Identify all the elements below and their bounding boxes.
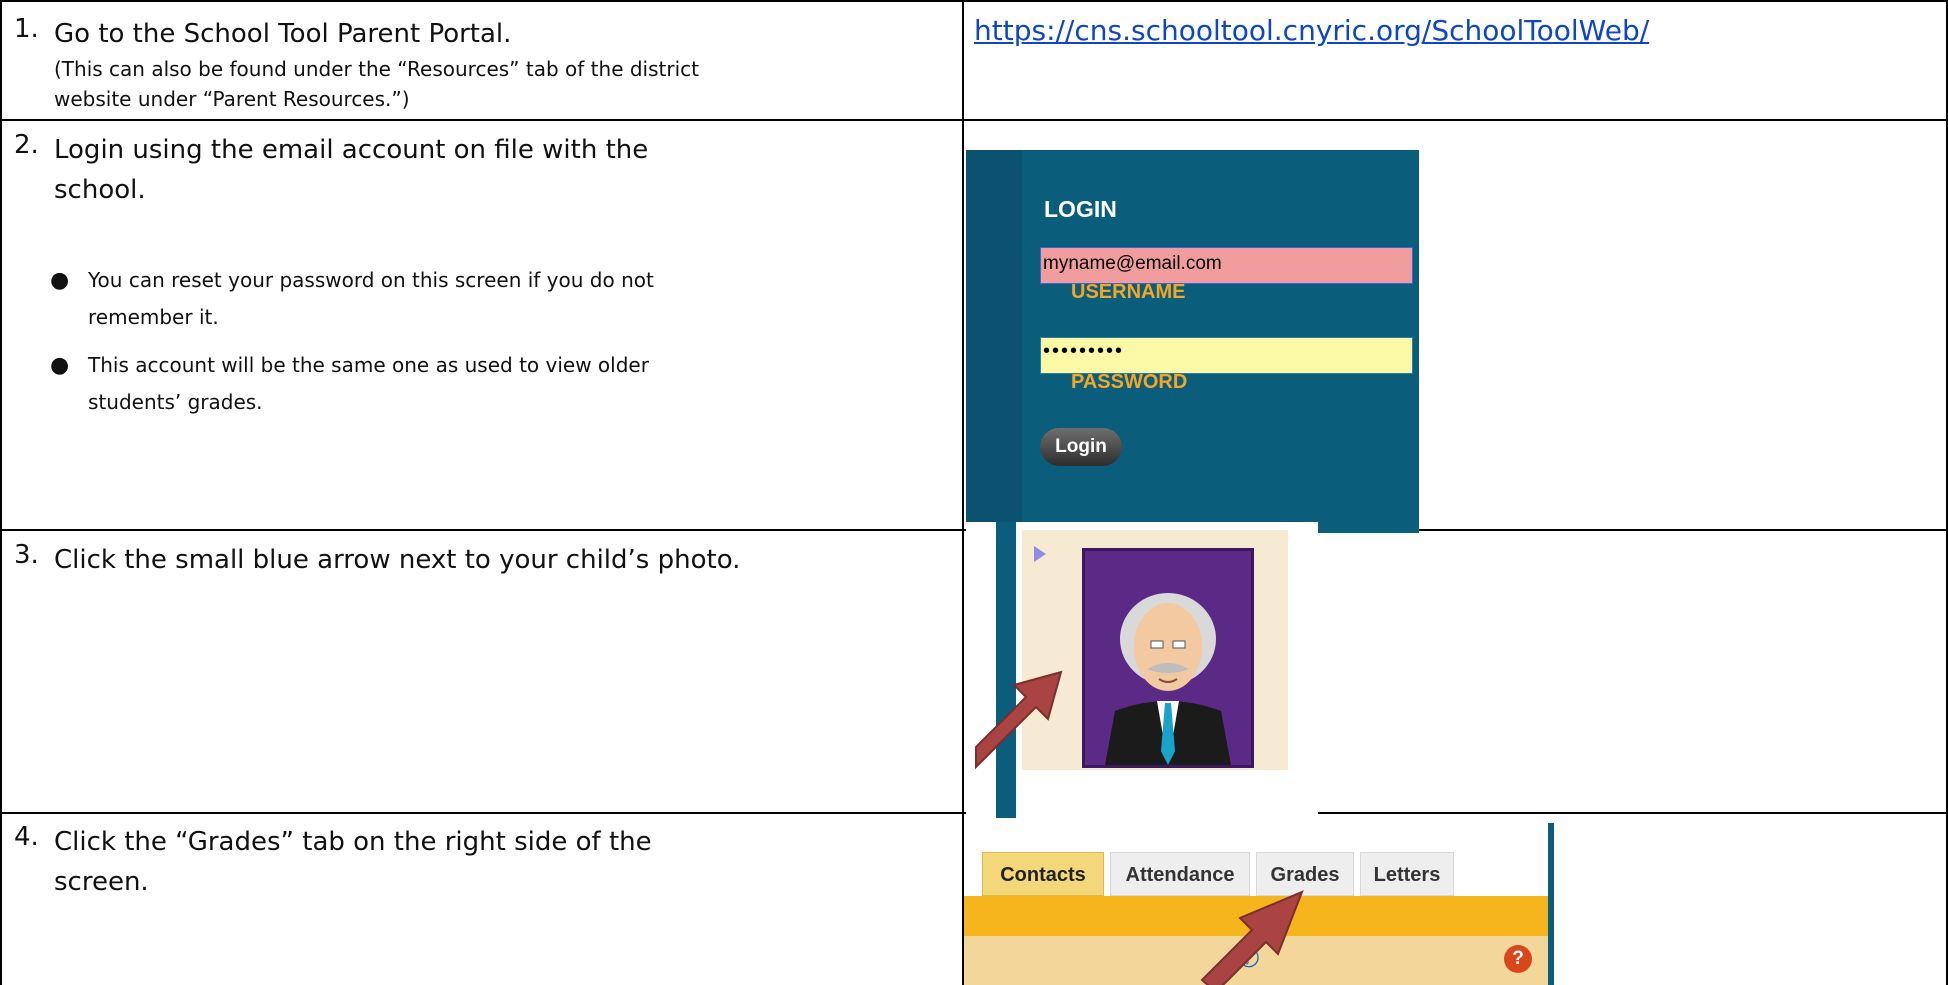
red-arrow-icon xyxy=(975,670,1063,770)
tab-letters[interactable]: Letters xyxy=(1360,852,1454,896)
login-title: LOGIN xyxy=(1044,196,1117,222)
step-note: (This can also be found under the “Resou… xyxy=(54,57,699,111)
bullet-text: You can reset your password on this scre… xyxy=(88,268,654,329)
student-photo xyxy=(1082,548,1254,768)
portrait-illustration xyxy=(1085,551,1251,765)
tab-contacts[interactable]: Contacts xyxy=(982,852,1104,896)
red-arrow-icon xyxy=(1200,890,1304,985)
login-button[interactable]: Login xyxy=(1040,428,1122,466)
step-number: 2. xyxy=(14,130,39,160)
password-field[interactable]: ••••••••• xyxy=(1040,337,1413,374)
bullet-text: This account will be the same one as use… xyxy=(88,353,649,414)
tabs-panel: Contacts Attendance Grades Letters ✆ ? xyxy=(964,823,1556,985)
student-photo-panel xyxy=(966,522,1318,818)
bullet-item: ● You can reset your password on this sc… xyxy=(50,262,728,336)
password-label: PASSWORD xyxy=(1071,371,1188,393)
login-panel: LOGIN myname@email.com USERNAME ••••••••… xyxy=(966,150,1419,533)
panel-stripe xyxy=(966,150,1022,533)
help-icon[interactable]: ? xyxy=(1504,945,1532,973)
username-label: USERNAME xyxy=(1071,281,1186,303)
play-triangle-icon[interactable] xyxy=(1034,546,1046,562)
panel-right-bar xyxy=(1548,823,1554,985)
step-number: 4. xyxy=(14,822,39,852)
step-instruction: Go to the School Tool Parent Portal. xyxy=(54,19,512,49)
step-instruction: Click the small blue arrow next to your … xyxy=(54,545,741,575)
table-border-top xyxy=(0,0,1948,2)
bullet-icon: ● xyxy=(50,268,70,293)
row-divider-1 xyxy=(0,119,1948,121)
bullet-icon: ● xyxy=(50,353,70,378)
step-number: 1. xyxy=(14,14,39,44)
step-number: 3. xyxy=(14,540,39,570)
step-text: Go to the School Tool Parent Portal. (Th… xyxy=(54,14,954,114)
bullet-item: ● This account will be the same one as u… xyxy=(50,347,728,421)
step-instruction: Login using the email account on file wi… xyxy=(54,135,649,205)
username-field[interactable]: myname@email.com xyxy=(1040,247,1413,284)
table-border-left xyxy=(0,0,2,985)
school-tool-link[interactable]: https://cns.schooltool.cnyric.org/School… xyxy=(974,14,1649,47)
step-instruction: Click the “Grades” tab on the right side… xyxy=(54,827,652,897)
